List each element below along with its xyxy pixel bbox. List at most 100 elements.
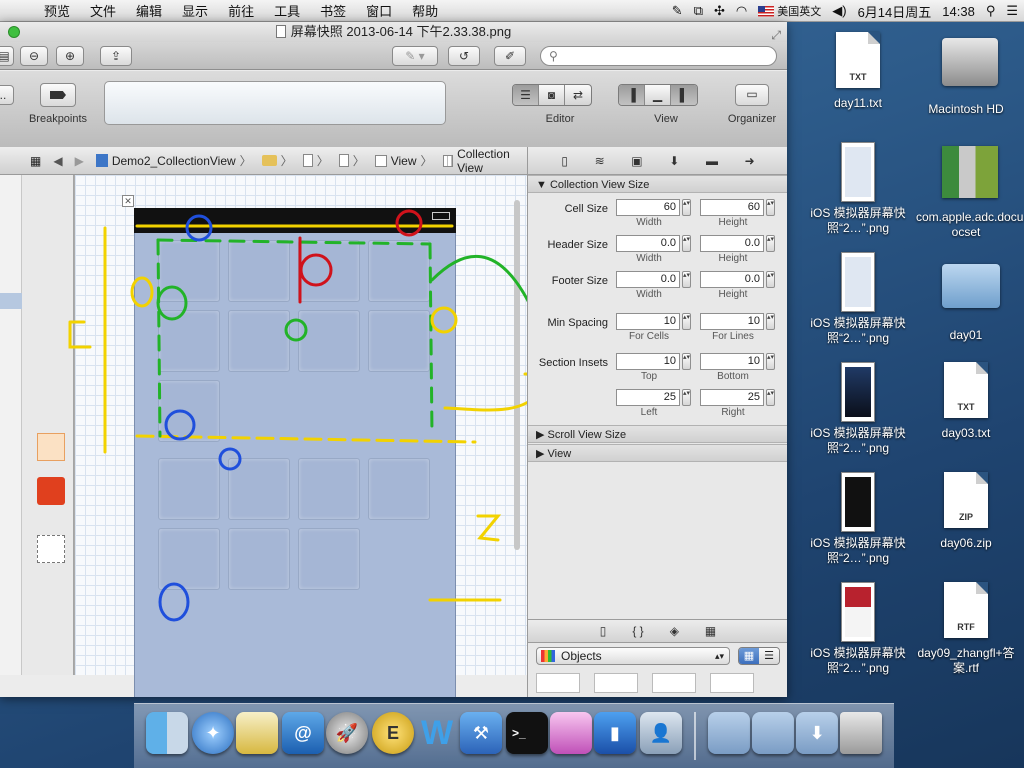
min-spacing-lines-field[interactable]: 10 bbox=[700, 313, 764, 330]
desktop-icon[interactable]: RTF day09_zhangfl+答案.rtf bbox=[916, 582, 1016, 676]
wifi-icon[interactable]: ◠ bbox=[736, 3, 747, 19]
menu-file[interactable]: 文件 bbox=[80, 1, 126, 20]
inset-left-field[interactable]: 25 bbox=[616, 389, 680, 406]
file-template-library-icon[interactable]: ▯ bbox=[600, 624, 607, 638]
objects-select[interactable]: Objects ▴▾ bbox=[536, 647, 730, 665]
object-library-icon[interactable]: ◈ bbox=[670, 624, 679, 638]
trash-icon[interactable] bbox=[840, 712, 882, 754]
inset-left-stepper[interactable]: ▴▾ bbox=[682, 389, 691, 406]
inset-top-field[interactable]: 10 bbox=[616, 353, 680, 370]
menu-bookmarks[interactable]: 书签 bbox=[310, 1, 356, 20]
app-store-icon[interactable]: @ bbox=[282, 712, 324, 754]
footer-width-field[interactable]: 0.0 bbox=[616, 271, 680, 288]
applications-folder-icon[interactable] bbox=[708, 712, 750, 754]
annotation-red-circle bbox=[395, 209, 423, 237]
menu-preview[interactable]: 预览 bbox=[34, 1, 80, 20]
photo-app-icon[interactable]: 👤 bbox=[640, 712, 682, 754]
section-scroll-view-size[interactable]: ▶ Scroll View Size bbox=[528, 425, 787, 443]
menu-tools[interactable]: 工具 bbox=[264, 1, 310, 20]
section-view[interactable]: ▶ View bbox=[528, 444, 787, 462]
menu-help[interactable]: 帮助 bbox=[402, 1, 448, 20]
bluetooth-icon[interactable]: ✣ bbox=[714, 3, 725, 19]
section-collection-view-size[interactable]: ▼ Collection View Size bbox=[528, 175, 787, 193]
instruments-icon[interactable] bbox=[550, 712, 592, 754]
finder-icon[interactable] bbox=[146, 712, 188, 754]
file-inspector-icon[interactable]: ▯ bbox=[561, 154, 568, 168]
footer-height-stepper[interactable]: ▴▾ bbox=[766, 271, 775, 288]
desktop-icon[interactable]: iOS 模拟器屏幕快照“2…”.png bbox=[808, 582, 908, 676]
left-label: Left bbox=[640, 407, 658, 418]
notification-center-icon[interactable]: ☰ bbox=[1006, 3, 1018, 19]
code-snippet-library-icon[interactable]: { } bbox=[632, 624, 643, 638]
desktop-icon[interactable]: TXT day03.txt bbox=[916, 362, 1016, 441]
menu-edit[interactable]: 编辑 bbox=[126, 1, 172, 20]
pen-status-icon[interactable]: ✎ bbox=[672, 3, 683, 19]
attributes-inspector-icon[interactable]: ⬇ bbox=[669, 154, 679, 168]
dock-separator bbox=[694, 712, 696, 760]
xcode-icon[interactable]: ⚒ bbox=[460, 712, 502, 754]
header-height-field[interactable]: 0.0 bbox=[700, 235, 764, 252]
desktop-icon-label: Macintosh HD bbox=[928, 102, 1004, 116]
desktop-icon[interactable]: iOS 模拟器屏幕快照“2…”.png bbox=[808, 472, 908, 566]
help-inspector-icon[interactable]: ≋ bbox=[595, 154, 605, 168]
downloads-folder-icon[interactable]: ⬇ bbox=[796, 712, 838, 754]
library-item[interactable] bbox=[536, 673, 580, 693]
min-spacing-lines-stepper[interactable]: ▴▾ bbox=[766, 313, 775, 330]
menu-go[interactable]: 前往 bbox=[218, 1, 264, 20]
safari-icon[interactable]: ✦ bbox=[192, 712, 234, 754]
grid-view-icon[interactable]: ▦ bbox=[739, 648, 759, 664]
inset-right-field[interactable]: 25 bbox=[700, 389, 764, 406]
menu-window[interactable]: 窗口 bbox=[356, 1, 402, 20]
min-spacing-cells-stepper[interactable]: ▴▾ bbox=[682, 313, 691, 330]
menu-view[interactable]: 显示 bbox=[172, 1, 218, 20]
word-app-icon[interactable]: W bbox=[416, 712, 458, 754]
media-library-icon[interactable]: ▦ bbox=[705, 624, 716, 638]
documents-folder-icon[interactable] bbox=[752, 712, 794, 754]
preview-app-icon[interactable] bbox=[236, 712, 278, 754]
spotlight-icon[interactable]: ⚲ bbox=[986, 3, 996, 19]
size-inspector-icon[interactable]: ▬ bbox=[706, 154, 718, 168]
cell-height-field[interactable]: 60 bbox=[700, 199, 764, 216]
footer-width-stepper[interactable]: ▴▾ bbox=[682, 271, 691, 288]
list-view-icon[interactable]: ☰ bbox=[759, 648, 779, 664]
footer-height-field[interactable]: 0.0 bbox=[700, 271, 764, 288]
menubar-time[interactable]: 14:38 bbox=[942, 4, 975, 19]
ios-simulator-icon[interactable]: ▮ bbox=[594, 712, 636, 754]
library-item[interactable] bbox=[710, 673, 754, 693]
us-flag-icon bbox=[758, 5, 775, 17]
volume-icon[interactable]: ◀) bbox=[832, 3, 846, 19]
inset-top-stepper[interactable]: ▴▾ bbox=[682, 353, 691, 370]
desktop-icon[interactable]: iOS 模拟器屏幕快照“2…”.png bbox=[808, 142, 908, 236]
library-item[interactable] bbox=[652, 673, 696, 693]
terminal-icon[interactable]: >_ bbox=[506, 712, 548, 754]
desktop-icon[interactable]: TXT day11.txt bbox=[808, 32, 908, 111]
annotation-red-circle bbox=[299, 253, 333, 287]
cell-height-stepper[interactable]: ▴▾ bbox=[766, 199, 775, 216]
cell-width-field[interactable]: 60 bbox=[616, 199, 680, 216]
header-height-stepper[interactable]: ▴▾ bbox=[766, 235, 775, 252]
identity-inspector-icon[interactable]: ▣ bbox=[631, 154, 642, 168]
desktop-icon[interactable]: Macintosh HD bbox=[916, 32, 1016, 117]
launchpad-icon[interactable]: 🚀 bbox=[326, 712, 368, 754]
library-item[interactable] bbox=[594, 673, 638, 693]
desktop-icon[interactable]: com.apple.adc.docu…ocset bbox=[916, 142, 1024, 240]
editor-app-icon[interactable]: E bbox=[372, 712, 414, 754]
desktop-icon[interactable]: iOS 模拟器屏幕快照“2…”.png bbox=[808, 362, 908, 456]
input-method-menu[interactable]: 美国英文 bbox=[758, 3, 821, 19]
inset-right-stepper[interactable]: ▴▾ bbox=[766, 389, 775, 406]
min-spacing-cells-field[interactable]: 10 bbox=[616, 313, 680, 330]
desktop-icon[interactable]: day01 bbox=[916, 252, 1016, 343]
file-type-badge: TXT bbox=[944, 362, 988, 418]
desktop-icon[interactable]: iOS 模拟器屏幕快照“2…”.png bbox=[808, 252, 908, 346]
mirror-status-icon[interactable]: ⧉ bbox=[694, 3, 703, 19]
library-view-mode[interactable]: ▦ ☰ bbox=[738, 647, 780, 665]
inset-bottom-stepper[interactable]: ▴▾ bbox=[766, 353, 775, 370]
cell-width-stepper[interactable]: ▴▾ bbox=[682, 199, 691, 216]
connections-inspector-icon[interactable]: ➜ bbox=[745, 154, 755, 168]
header-width-field[interactable]: 0.0 bbox=[616, 235, 680, 252]
desktop-icon[interactable]: ZIP day06.zip bbox=[916, 472, 1016, 551]
inset-bottom-field[interactable]: 10 bbox=[700, 353, 764, 370]
object-library-grid bbox=[536, 673, 782, 697]
menubar-date[interactable]: 6月14日周五 bbox=[858, 2, 932, 21]
header-width-stepper[interactable]: ▴▾ bbox=[682, 235, 691, 252]
